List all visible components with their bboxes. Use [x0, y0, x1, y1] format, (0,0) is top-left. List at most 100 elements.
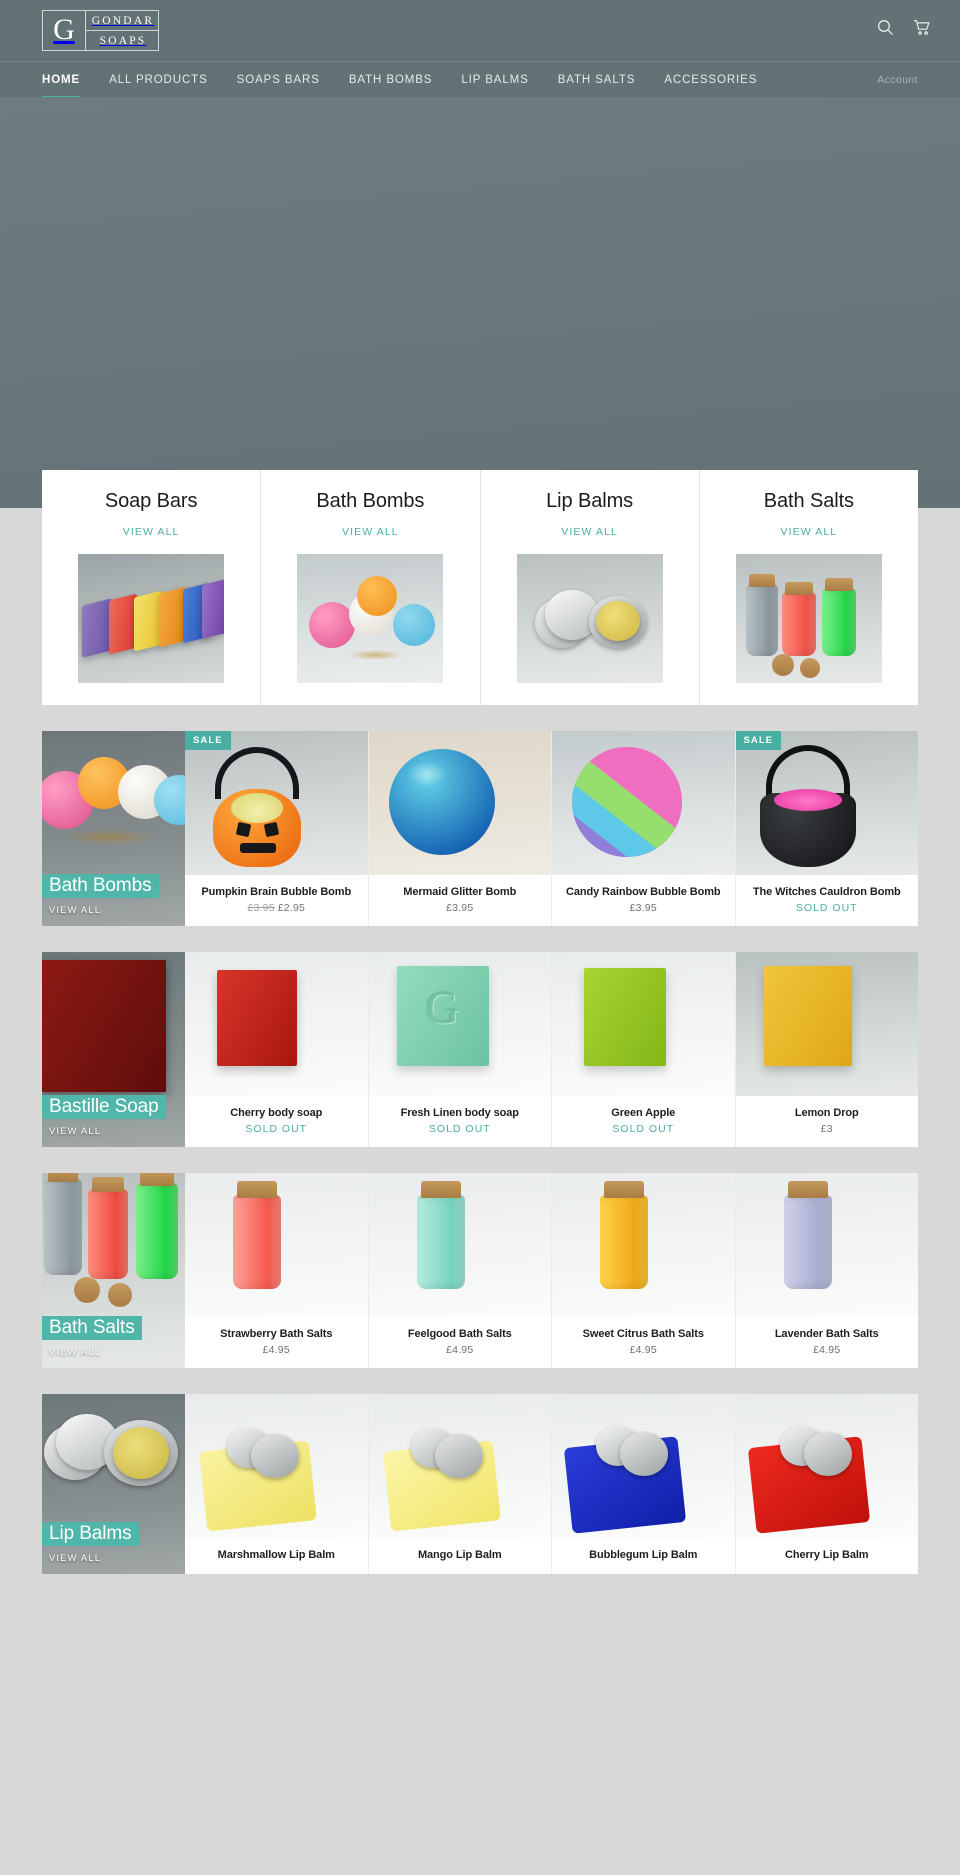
- nav-item-soaps-bars[interactable]: SOAPS BARS: [237, 62, 320, 98]
- product-card[interactable]: Cherry body soap SOLD OUT: [185, 952, 368, 1147]
- product-title: Pumpkin Brain Bubble Bomb: [201, 886, 352, 898]
- collection-view-all[interactable]: VIEW ALL: [49, 1553, 185, 1564]
- category-card-view-all[interactable]: VIEW ALL: [342, 526, 399, 538]
- product-price: £4.95: [375, 1344, 546, 1356]
- product-title: Mango Lip Balm: [417, 1549, 502, 1561]
- product-card[interactable]: G Fresh Linen body soap SOLD OUT: [367, 952, 551, 1147]
- category-thumb-bath-bombs: [297, 554, 444, 683]
- header-icon-group: [877, 19, 930, 37]
- product-image: [368, 1173, 551, 1317]
- product-price: £4.95: [191, 1344, 362, 1356]
- product-card[interactable]: SALE The Witches Cauldron Bomb SOLD OUT: [734, 731, 918, 926]
- product-title: Marshmallow Lip Balm: [217, 1549, 335, 1561]
- product-price: £3: [742, 1123, 913, 1135]
- product-card[interactable]: SALE Pumpkin Brain Bubble Bomb £3.95 £2.9…: [185, 731, 368, 926]
- product-title: Mermaid Glitter Bomb: [403, 886, 517, 898]
- category-card-bath-bombs[interactable]: Bath Bombs VIEW ALL: [261, 470, 481, 705]
- product-price: £4.95: [558, 1344, 729, 1356]
- price-current: £2.95: [277, 902, 306, 914]
- collection-view-all[interactable]: VIEW ALL: [49, 1347, 185, 1358]
- product-card[interactable]: Candy Rainbow Bubble Bomb £3.95: [551, 731, 735, 926]
- category-card-lip-balms[interactable]: Lip Balms VIEW ALL: [481, 470, 700, 705]
- product-image: G: [368, 952, 551, 1096]
- product-card[interactable]: Mango Lip Balm: [367, 1394, 551, 1574]
- price-current: £4.95: [446, 1344, 474, 1356]
- product-title: Cherry Lip Balm: [785, 1549, 869, 1561]
- nav-item-all-products[interactable]: ALL PRODUCTS: [109, 62, 208, 98]
- collection-overlay: Bastille Soap VIEW ALL: [42, 1094, 185, 1147]
- collection-row-bastille-soap: Bastille Soap VIEW ALL Cherry body soap …: [42, 952, 918, 1147]
- nav-item-bath-salts[interactable]: BATH SALTS: [558, 62, 636, 98]
- hero-banner: [0, 97, 960, 508]
- category-card-section: Soap Bars VIEW ALL Bath Bombs VIEW ALL L…: [0, 470, 960, 705]
- product-info: Bubblegum Lip Balm: [552, 1538, 735, 1574]
- nav-inner: HOME ALL PRODUCTS SOAPS BARS BATH BOMBS …: [0, 62, 960, 99]
- search-icon[interactable]: [877, 19, 894, 37]
- price-current: £4.95: [813, 1344, 841, 1356]
- product-info: Cherry body soap SOLD OUT: [185, 1096, 368, 1147]
- product-title: Green Apple: [611, 1107, 676, 1119]
- category-card-title: Soap Bars: [104, 490, 198, 512]
- category-card-title: Lip Balms: [546, 490, 634, 512]
- site-logo[interactable]: G GONDAR SOAPS: [42, 10, 159, 51]
- product-image: [368, 731, 551, 875]
- nav-item-home[interactable]: HOME: [42, 62, 81, 99]
- product-title: Lavender Bath Salts: [774, 1328, 879, 1340]
- product-price: £3.95: [375, 902, 546, 914]
- product-info: Marshmallow Lip Balm: [185, 1538, 368, 1574]
- category-card-view-all[interactable]: VIEW ALL: [123, 526, 180, 538]
- product-card[interactable]: Lemon Drop £3: [734, 952, 918, 1147]
- product-card[interactable]: Green Apple SOLD OUT: [551, 952, 735, 1147]
- product-card[interactable]: Marshmallow Lip Balm: [185, 1394, 368, 1574]
- category-card-bath-salts[interactable]: Bath Salts VIEW ALL: [700, 470, 918, 705]
- category-thumb-soap-bars: [78, 554, 225, 683]
- product-card[interactable]: Strawberry Bath Salts £4.95: [185, 1173, 368, 1368]
- page-root: G GONDAR SOAPS HOME ALL PRODUCTS SOAPS B…: [0, 0, 960, 1574]
- category-card-view-all[interactable]: VIEW ALL: [781, 526, 838, 538]
- product-card[interactable]: Mermaid Glitter Bomb £3.95: [367, 731, 551, 926]
- collection-row-bath-salts: Bath Salts VIEW ALL Strawberry Bath Salt…: [42, 1173, 918, 1368]
- product-info: Fresh Linen body soap SOLD OUT: [368, 1096, 551, 1147]
- cart-icon[interactable]: [913, 19, 930, 37]
- product-card[interactable]: Feelgood Bath Salts £4.95: [367, 1173, 551, 1368]
- site-header: G GONDAR SOAPS: [0, 0, 960, 61]
- collection-view-all[interactable]: VIEW ALL: [49, 905, 185, 916]
- collection-view-all[interactable]: VIEW ALL: [49, 1126, 185, 1137]
- product-info: Pumpkin Brain Bubble Bomb £3.95 £2.95: [185, 875, 368, 926]
- product-card[interactable]: Lavender Bath Salts £4.95: [734, 1173, 918, 1368]
- account-link[interactable]: Account: [877, 74, 918, 86]
- category-card-soap-bars[interactable]: Soap Bars VIEW ALL: [42, 470, 262, 705]
- product-title: Lemon Drop: [794, 1107, 859, 1119]
- nav-item-bath-bombs[interactable]: BATH BOMBS: [349, 62, 433, 98]
- product-info: Lavender Bath Salts £4.95: [735, 1317, 918, 1368]
- nav-item-accessories[interactable]: ACCESSORIES: [664, 62, 757, 98]
- nav-item-lip-balms[interactable]: LIP BALMS: [461, 62, 528, 98]
- category-card-title: Bath Bombs: [316, 490, 425, 512]
- collection-tile-bath-salts[interactable]: Bath Salts VIEW ALL: [42, 1173, 185, 1368]
- product-info: Strawberry Bath Salts £4.95: [185, 1317, 368, 1368]
- product-info: Mango Lip Balm: [368, 1538, 551, 1574]
- collection-tile-bastille-soap[interactable]: Bastille Soap VIEW ALL: [42, 952, 185, 1147]
- sold-out-label: SOLD OUT: [795, 902, 858, 914]
- product-card[interactable]: Cherry Lip Balm: [734, 1394, 918, 1574]
- logo-line-1: GONDAR: [86, 11, 158, 31]
- collection-title: Bastille Soap: [42, 1095, 166, 1119]
- main-nav: HOME ALL PRODUCTS SOAPS BARS BATH BOMBS …: [0, 61, 960, 99]
- category-thumb-bath-salts: [735, 554, 882, 683]
- collection-tile-lip-balms[interactable]: Lip Balms VIEW ALL: [42, 1394, 185, 1574]
- product-info: Mermaid Glitter Bomb £3.95: [368, 875, 551, 926]
- product-card[interactable]: Sweet Citrus Bath Salts £4.95: [551, 1173, 735, 1368]
- logo-initial: G: [43, 11, 86, 50]
- product-title: Bubblegum Lip Balm: [589, 1549, 698, 1561]
- product-card[interactable]: Bubblegum Lip Balm: [551, 1394, 735, 1574]
- sale-badge: SALE: [185, 731, 231, 750]
- product-info: Lemon Drop £3: [735, 1096, 918, 1147]
- product-info: Feelgood Bath Salts £4.95: [368, 1317, 551, 1368]
- collection-tile-bath-bombs[interactable]: Bath Bombs VIEW ALL: [42, 731, 185, 926]
- product-info: Cherry Lip Balm: [735, 1538, 918, 1574]
- sold-out-label: SOLD OUT: [428, 1123, 491, 1135]
- product-grid: Cherry body soap SOLD OUT G Fresh Linen …: [185, 952, 918, 1147]
- product-image: SALE: [735, 731, 918, 875]
- category-card-view-all[interactable]: VIEW ALL: [561, 526, 618, 538]
- product-image: [552, 1394, 735, 1538]
